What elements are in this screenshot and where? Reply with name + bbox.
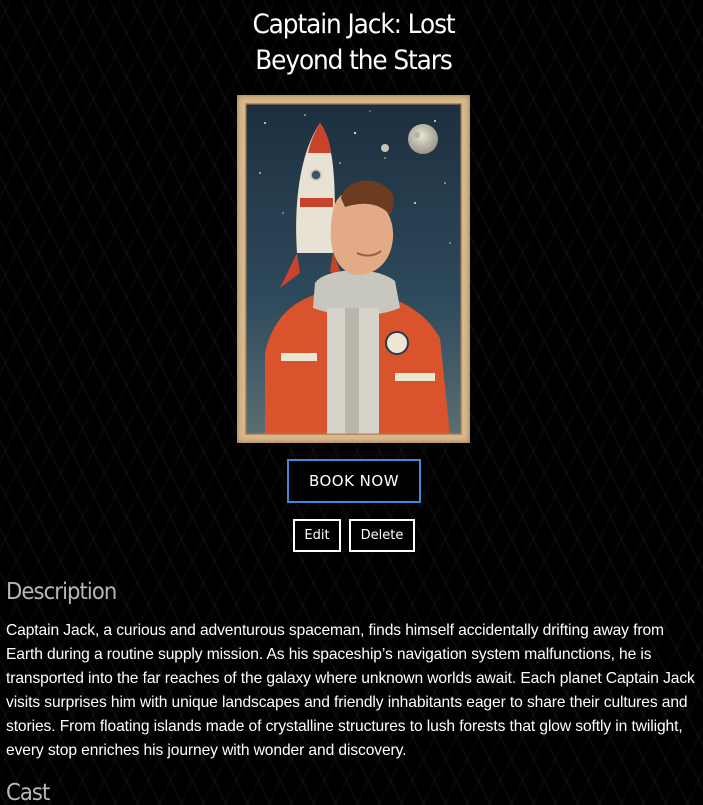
movie-title: Captain Jack: Lost Beyond the Stars: [252, 9, 455, 76]
movie-poster: [237, 95, 470, 443]
moon: [408, 124, 438, 154]
edit-button[interactable]: Edit: [293, 519, 341, 552]
poster-illustration: [245, 103, 462, 435]
cast-heading: Cast: [6, 780, 50, 805]
description-heading: Description: [6, 579, 117, 605]
delete-button[interactable]: Delete: [349, 519, 415, 552]
book-now-button[interactable]: BOOK NOW: [287, 459, 421, 503]
description-text: Captain Jack, a curious and adventurous …: [6, 622, 695, 759]
movie-detail-page: Captain Jack: Lost Beyond the Stars BOOK…: [0, 0, 703, 805]
